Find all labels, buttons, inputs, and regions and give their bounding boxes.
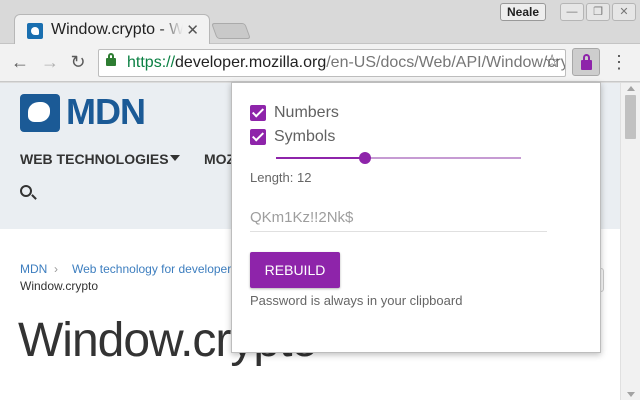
numbers-checkbox[interactable] (250, 105, 266, 121)
password-extension-button[interactable] (572, 48, 600, 76)
reload-button[interactable]: ↻ (66, 50, 90, 74)
scroll-thumb[interactable] (625, 95, 636, 139)
bookmark-star-icon[interactable]: ☆ (544, 51, 560, 72)
new-tab-button[interactable] (211, 23, 251, 39)
mdn-logo-text[interactable]: MDN (66, 91, 146, 133)
tab-close-icon[interactable]: ✕ (186, 21, 199, 39)
chevron-down-icon[interactable] (170, 155, 180, 161)
url-host: developer.mozilla.org (175, 54, 327, 71)
breadcrumb-current: Window.crypto (20, 279, 99, 293)
tab-title: Window.crypto - Web APIs | MDN (51, 21, 183, 39)
symbols-checkbox[interactable] (250, 129, 266, 145)
mdn-favicon-icon (27, 23, 43, 39)
clipboard-hint: Password is always in your clipboard (250, 293, 463, 308)
address-bar[interactable]: https://developer.mozilla.org/en-US/docs… (98, 49, 566, 77)
minimize-button[interactable]: — (560, 3, 584, 21)
search-icon[interactable] (20, 185, 32, 197)
slider-thumb[interactable] (359, 152, 372, 164)
password-field[interactable]: QKm1Kz!!2Nk$ (250, 204, 547, 232)
length-slider[interactable] (276, 151, 521, 165)
slider-fill (276, 157, 366, 159)
profile-button[interactable]: Neale (500, 3, 547, 21)
back-button[interactable]: ← (8, 50, 32, 74)
title-bar: Window.crypto - Web APIs | MDN ✕ Neale —… (0, 0, 640, 45)
restore-button[interactable]: ❐ (586, 3, 610, 21)
close-window-button[interactable]: ✕ (612, 3, 636, 21)
mdn-logo-icon[interactable] (20, 94, 60, 132)
url-scheme: https:// (127, 54, 176, 71)
secure-lock-icon[interactable] (106, 53, 116, 66)
symbols-label[interactable]: Symbols (274, 128, 335, 146)
scroll-up-icon[interactable] (627, 86, 635, 91)
password-generator-popup: Numbers Symbols Length: 12 QKm1Kz!!2Nk$ … (231, 82, 601, 353)
lock-icon (581, 54, 592, 70)
length-label: Length: 12 (250, 170, 312, 185)
scroll-down-icon[interactable] (627, 392, 635, 397)
browser-menu-icon[interactable]: ⋮ (610, 52, 628, 72)
scrollbar[interactable] (620, 83, 640, 400)
url-path: /en-US/docs/Web/API/Window/crypto (326, 54, 566, 71)
numbers-label[interactable]: Numbers (274, 104, 339, 122)
forward-button[interactable]: → (38, 50, 62, 74)
browser-tab[interactable]: Window.crypto - Web APIs | MDN ✕ (14, 14, 210, 45)
url-text[interactable]: https://developer.mozilla.org/en-US/docs… (127, 54, 566, 72)
breadcrumb-root[interactable]: MDN (20, 262, 47, 276)
breadcrumb-section[interactable]: Web technology for developers (72, 262, 237, 276)
browser-toolbar: ← → ↻ https://developer.mozilla.org/en-U… (0, 44, 640, 82)
breadcrumb-separator: › (54, 262, 58, 276)
nav-web-technologies[interactable]: WEB TECHNOLOGIES (20, 151, 169, 167)
password-value[interactable]: QKm1Kz!!2Nk$ (250, 209, 353, 226)
rebuild-button[interactable]: REBUILD (250, 252, 340, 288)
